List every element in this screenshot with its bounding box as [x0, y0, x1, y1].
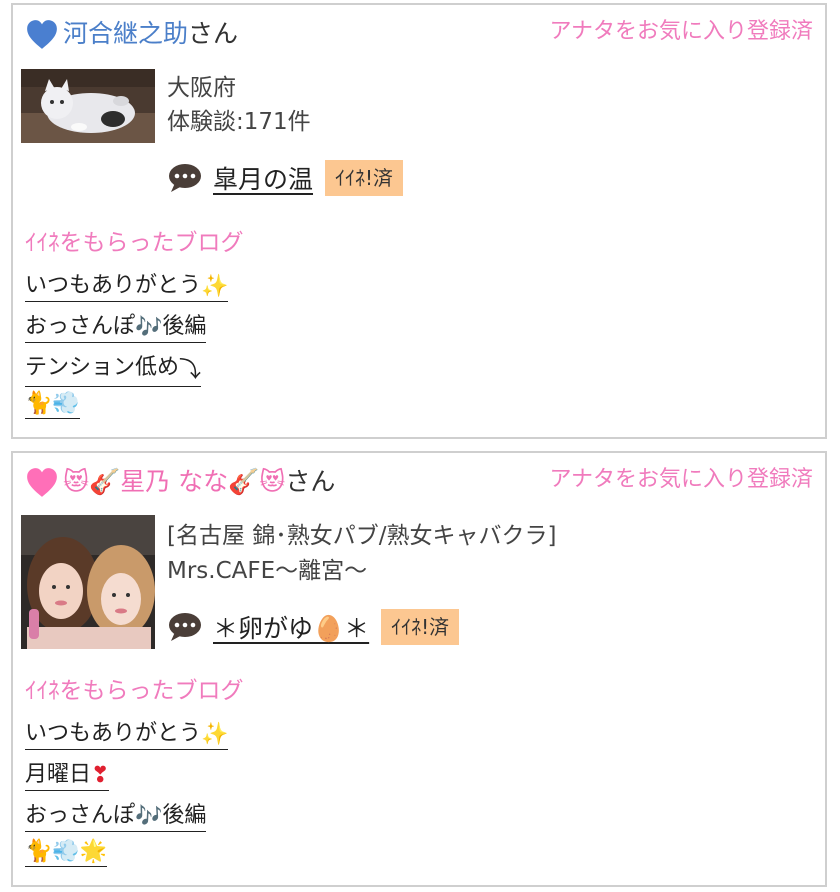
list-item[interactable]: 🐈💨🌟: [25, 838, 228, 879]
liked-blog-list: いつもありがとう✨ 月曜日❣ おっさんぽ🎶後編 🐈💨🌟: [25, 715, 229, 879]
link-text[interactable]: いつもありがとう: [25, 273, 201, 298]
speech-bubble-icon: [169, 613, 201, 641]
section-title: ｲｲﾈをもらったブログ: [25, 230, 244, 256]
heart-icon: [27, 20, 57, 49]
user-name-link[interactable]: 😻🎸星乃 なな🎸😻: [63, 467, 285, 496]
list-item[interactable]: おっさんぽ🎶後編: [25, 797, 228, 838]
link-text[interactable]: おっさんぽ: [25, 803, 135, 828]
music-notes-icon: 🎶: [135, 314, 163, 340]
favorite-status: アナタをお気に入り登録済: [549, 19, 813, 44]
user-thumbnail[interactable]: [21, 69, 155, 143]
user-thumbnail[interactable]: [21, 515, 155, 649]
honorific: さん: [285, 467, 336, 496]
cat-and-dash-icon: 🐈💨: [25, 390, 80, 416]
link-text[interactable]: テンション低め: [25, 355, 179, 380]
honorific: さん: [188, 19, 239, 48]
shop-name-text: Mrs.CAFE〜離宮〜: [167, 558, 368, 584]
sparkles-icon: ✨: [201, 273, 229, 299]
speech-bubble-icon: [169, 164, 201, 192]
user-name-link[interactable]: 河合継之助: [63, 19, 188, 48]
list-item[interactable]: いつもありがとう✨: [25, 715, 229, 756]
link-text-suffix[interactable]: 後編: [162, 314, 206, 339]
list-item[interactable]: 🐈💨: [25, 390, 228, 431]
user-name[interactable]: 河合継之助さん: [63, 15, 238, 53]
blog-title-link[interactable]: 皐月の温: [213, 160, 313, 196]
shop-category-text: [名古屋 錦･熟女パブ/熟女キャバクラ]: [167, 523, 557, 549]
link-text[interactable]: おっさんぽ: [25, 314, 135, 339]
list-item[interactable]: いつもありがとう✨: [25, 267, 229, 308]
link-text-suffix[interactable]: 後編: [162, 803, 206, 828]
user-info: 大阪府 体験談:171件: [167, 71, 311, 139]
music-notes-icon: 🎶: [135, 803, 163, 829]
user-info: [名古屋 錦･熟女パブ/熟女キャバクラ] Mrs.CAFE〜離宮〜: [167, 519, 557, 589]
list-item[interactable]: テンション低め⤵: [25, 349, 228, 390]
user-card: 河合継之助さん アナタをお気に入り登録済 大阪府 体験談:171件 皐月の温 ｲ…: [11, 3, 827, 439]
down-arrow-icon: ⤵: [179, 358, 202, 383]
iine-done-badge: ｲｲﾈ!済: [381, 609, 460, 645]
user-card: 😻🎸星乃 なな🎸😻さん アナタをお気に入り登録済 [名古屋 錦･熟女パブ/熟女キ…: [11, 451, 827, 887]
sparkles-icon: ✨: [201, 721, 229, 747]
region-text: 大阪府: [167, 75, 236, 101]
link-text[interactable]: いつもありがとう: [25, 721, 201, 746]
list-item[interactable]: 月曜日❣: [25, 756, 228, 797]
review-count-text: 体験談:171件: [167, 109, 311, 135]
user-name[interactable]: 😻🎸星乃 なな🎸😻さん: [63, 463, 335, 501]
list-item[interactable]: おっさんぽ🎶後編: [25, 308, 228, 349]
iine-done-badge: ｲｲﾈ!済: [325, 160, 404, 196]
liked-blog-list: いつもありがとう✨ おっさんぽ🎶後編 テンション低め⤵ 🐈💨: [25, 267, 229, 431]
red-exclamation-icon: ❣: [91, 762, 110, 788]
link-text[interactable]: 月曜日: [25, 762, 91, 787]
liked-blog-row: 皐月の温 ｲｲﾈ!済: [167, 160, 404, 196]
cat-dash-star-icon: 🐈💨🌟: [25, 838, 108, 864]
favorite-status: アナタをお気に入り登録済: [549, 467, 813, 492]
blog-title-link[interactable]: ＊卵がゆ🥚＊: [213, 609, 369, 645]
section-title: ｲｲﾈをもらったブログ: [25, 678, 244, 704]
heart-icon: [27, 468, 57, 497]
liked-blog-row: ＊卵がゆ🥚＊ ｲｲﾈ!済: [167, 609, 460, 645]
